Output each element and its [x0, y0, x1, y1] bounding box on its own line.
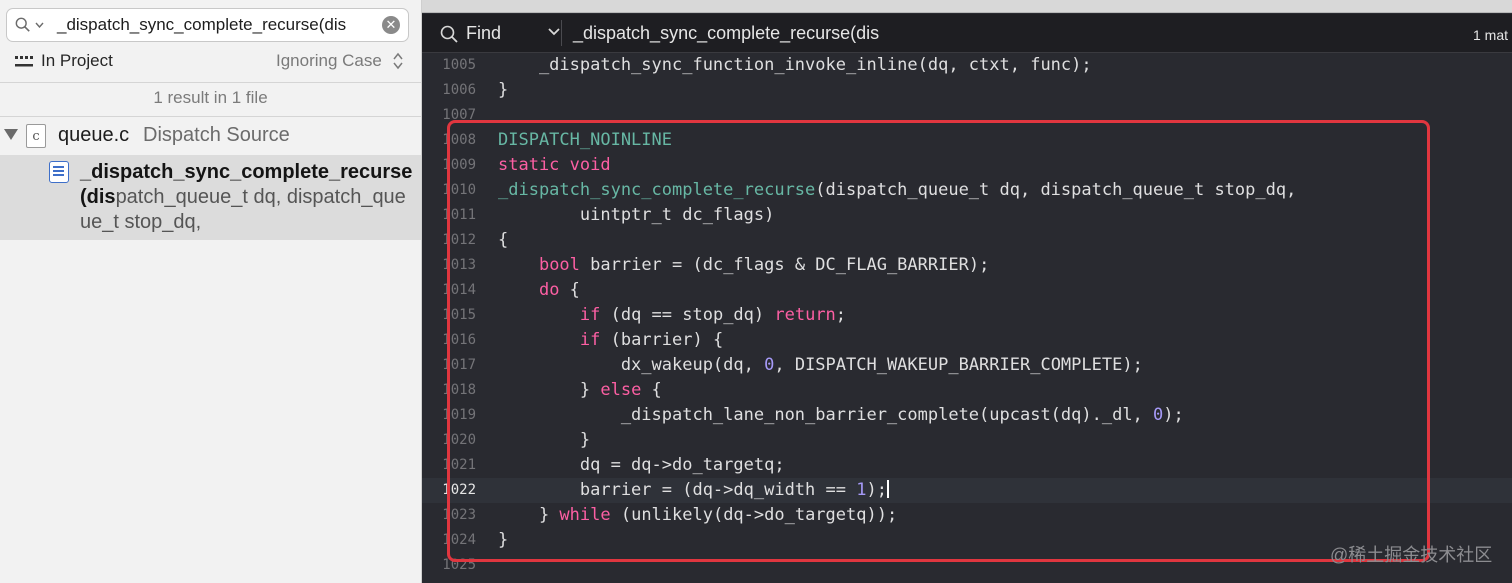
result-snippet: _dispatch_sync_complete_recurse(dispatch…	[80, 160, 415, 235]
text-match-icon	[49, 161, 69, 183]
search-icon	[440, 25, 458, 43]
find-navigator: _dispatch_sync_complete_recurse(dis ✕ In…	[0, 0, 422, 583]
code-text[interactable]: }	[498, 78, 508, 103]
line-number[interactable]: 1005	[422, 53, 476, 78]
code-text[interactable]: _dispatch_sync_function_invoke_inline(dq…	[498, 53, 1092, 78]
result-context-text: patch_queue_t dq, dispatch_queue_t stop_…	[80, 186, 406, 233]
watermark: @稀土掘金技术社区	[1330, 545, 1493, 565]
find-mode-selector[interactable]: Find	[432, 19, 560, 47]
chevron-down-icon[interactable]	[548, 27, 560, 37]
match-count: 1 mat	[1473, 27, 1509, 43]
find-mode-label: Find	[466, 23, 502, 43]
search-input[interactable]: _dispatch_sync_complete_recurse(dis	[57, 9, 346, 41]
clear-search-icon[interactable]: ✕	[382, 16, 400, 34]
search-options-chevron-icon[interactable]	[35, 22, 44, 28]
divider	[0, 116, 421, 117]
search-result-item[interactable]: _dispatch_sync_complete_recurse(dispatch…	[0, 155, 421, 240]
tab-bar	[422, 0, 1512, 13]
line-number[interactable]: 1006	[422, 78, 476, 103]
search-options-icon[interactable]	[15, 16, 31, 34]
find-bar: Find _dispatch_sync_complete_recurse(dis…	[422, 14, 1512, 53]
search-field[interactable]: _dispatch_sync_complete_recurse(dis ✕	[6, 8, 409, 42]
search-scope-row: In Project Ignoring Case	[0, 48, 421, 76]
code-line[interactable]: 1006}	[422, 78, 1512, 103]
scope-selector[interactable]: In Project	[41, 51, 113, 71]
scope-list-icon[interactable]	[15, 56, 33, 68]
annotation-highlight-box	[447, 120, 1430, 562]
disclosure-triangle-icon[interactable]	[4, 129, 18, 140]
case-sensitivity-selector[interactable]: Ignoring Case	[276, 51, 382, 71]
result-file-row[interactable]: c queue.c Dispatch Source	[0, 119, 421, 153]
divider	[0, 82, 421, 83]
code-token: _dispatch_sync_function_invoke_inline(dq…	[498, 55, 1092, 75]
code-token: }	[498, 80, 509, 100]
up-down-chevron-icon[interactable]	[393, 52, 403, 70]
file-kind: Dispatch Source	[143, 124, 290, 146]
results-summary: 1 result in 1 file	[153, 88, 268, 107]
divider	[561, 20, 562, 46]
c-source-file-icon: c	[26, 124, 46, 148]
file-name: queue.c	[58, 124, 130, 146]
code-line[interactable]: 1005 _dispatch_sync_function_invoke_inli…	[422, 53, 1512, 78]
find-input[interactable]: _dispatch_sync_complete_recurse(dis	[573, 23, 879, 44]
